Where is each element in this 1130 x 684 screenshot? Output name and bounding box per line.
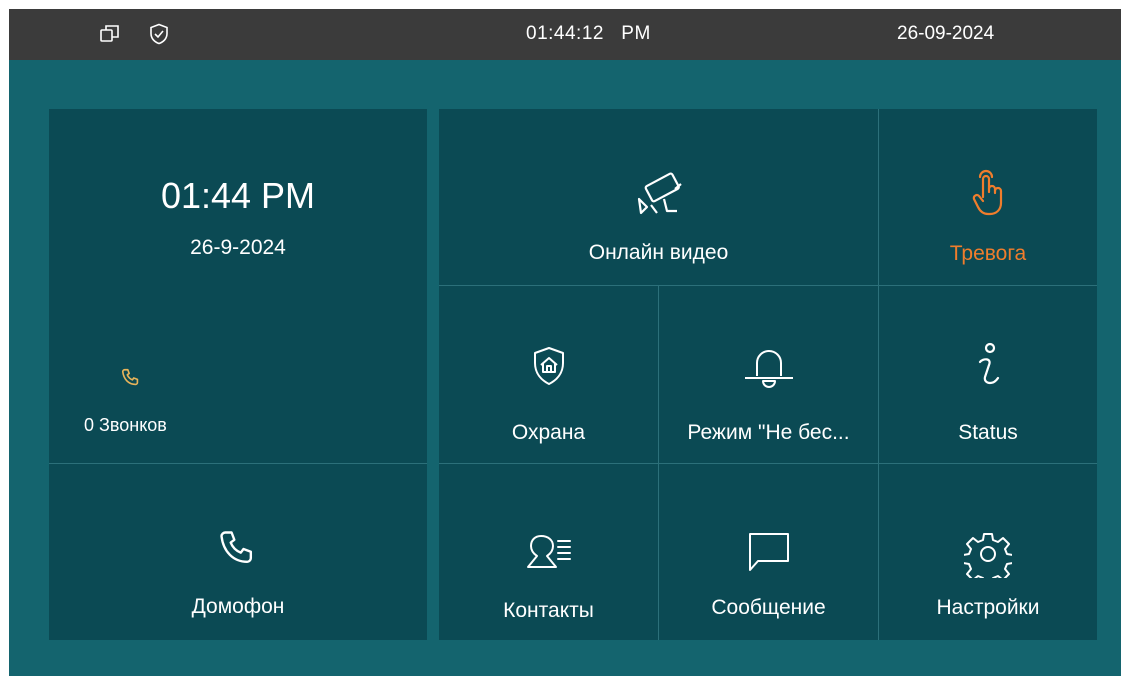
bell-icon xyxy=(739,346,799,395)
message-icon xyxy=(746,530,792,579)
dnd-tile[interactable]: Режим "Не бес... xyxy=(659,286,878,463)
alarm-label: Тревога xyxy=(949,242,1027,265)
online-video-label: Онлайн видео xyxy=(588,241,729,264)
contacts-label: Контакты xyxy=(503,599,594,622)
home-shield-icon xyxy=(532,346,566,391)
messages-tile[interactable]: Сообщение xyxy=(659,464,878,640)
messages-label: Сообщение xyxy=(711,596,826,619)
status-bar: 01:44:12 PM 26-09-2024 xyxy=(9,9,1121,60)
contacts-tile[interactable]: Контакты xyxy=(439,464,658,640)
home-panel: 01:44 PM 26-9-2024 0 Звонков Домофон Онл… xyxy=(49,109,1097,640)
alarm-tile[interactable]: Тревога xyxy=(879,109,1097,285)
security-label: Охрана xyxy=(511,421,586,444)
intercom-tile[interactable]: Домофон xyxy=(49,464,427,640)
hand-tap-icon xyxy=(966,167,1010,222)
dnd-label: Режим "Не бес... xyxy=(687,421,850,444)
cctv-camera-icon xyxy=(629,169,689,232)
status-date: 26-09-2024 xyxy=(897,23,995,44)
gear-icon xyxy=(962,530,1014,585)
security-tile[interactable]: Охрана xyxy=(439,286,658,463)
contacts-icon xyxy=(525,532,573,577)
missed-calls-count: 0 Звонков xyxy=(84,415,167,435)
windows-icon[interactable] xyxy=(98,22,122,46)
status-time: 01:44:12 PM xyxy=(526,23,651,44)
settings-label: Настройки xyxy=(936,596,1040,619)
column-gap xyxy=(427,109,439,640)
shield-check-icon[interactable] xyxy=(147,22,171,46)
status-label: Status xyxy=(958,421,1018,444)
status-tile[interactable]: Status xyxy=(879,286,1097,463)
clock-time: 01:44 PM xyxy=(160,175,316,216)
intercom-home-screen: 01:44:12 PM 26-09-2024 01:44 PM 26-9-202… xyxy=(9,9,1121,676)
info-icon xyxy=(973,342,1003,395)
phone-icon xyxy=(120,367,142,394)
clock-date: 26-9-2024 xyxy=(190,236,286,259)
intercom-label: Домофон xyxy=(191,595,285,618)
phone-icon xyxy=(216,527,260,576)
settings-tile[interactable]: Настройки xyxy=(879,464,1097,640)
online-video-tile[interactable]: Онлайн видео xyxy=(439,109,878,285)
